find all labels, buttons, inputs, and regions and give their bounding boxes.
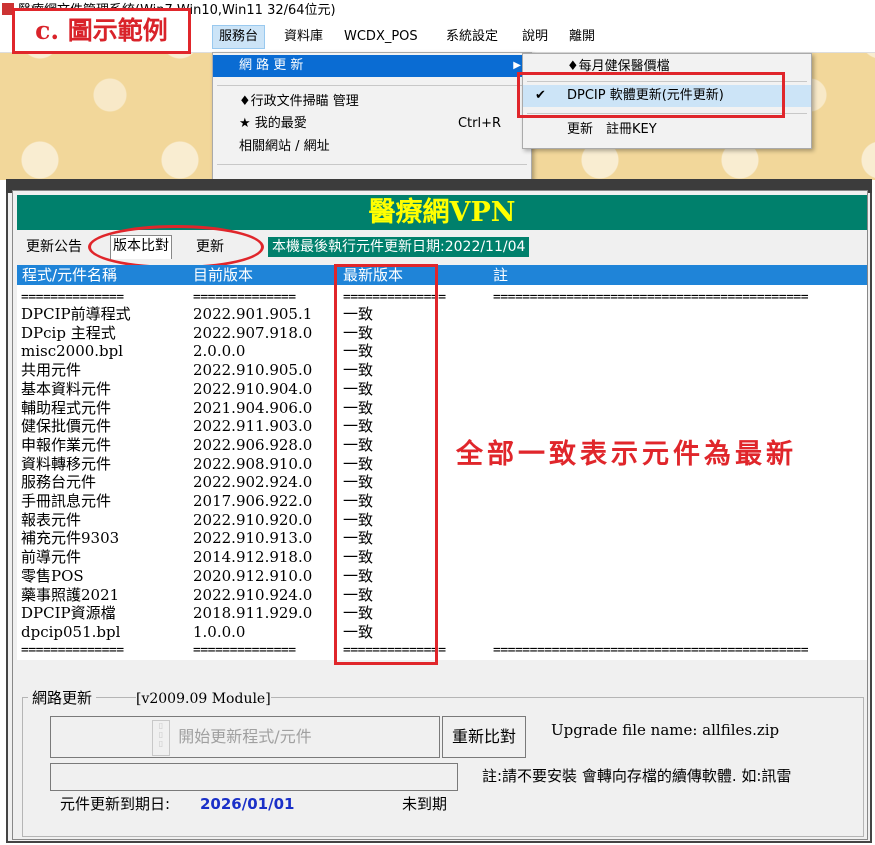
last-run-date: 本機最後執行元件更新日期:2022/11/04 (268, 237, 530, 257)
menu-exit[interactable]: 離開 (563, 26, 601, 48)
cell-current-version: 2022.910.905.0 (193, 361, 313, 380)
module-version: [v2009.09 Module] (136, 690, 271, 708)
submenu-highlight-box (517, 72, 785, 118)
table-row: 藥事照護2021 2022.910.924.0 一致 (17, 586, 867, 604)
cell-current-version: 2014.912.918.0 (193, 548, 313, 567)
cell-name: 藥事照護2021 (21, 585, 120, 604)
submenu-item-label: 更新 註冊KEY (567, 122, 657, 137)
menu-help[interactable]: 說明 (516, 26, 554, 48)
cell-name: 零售POS (21, 566, 84, 585)
table-row: DPCIP前導程式 2022.901.905.1 一致 (17, 305, 867, 323)
cell-current-version: 2022.907.918.0 (193, 323, 313, 342)
menu-service-desk[interactable]: 服務台 (212, 25, 266, 49)
table-row: 前導元件 2014.912.918.0 一致 (17, 548, 867, 566)
cell-current-version: 2.0.0.0 (193, 342, 246, 361)
cell-name: 申報作業元件 (21, 435, 112, 454)
menu-wcdx-pos[interactable]: WCDX_POS (338, 26, 424, 48)
header-current-version: 目前版本 (193, 266, 254, 284)
expiry-row: 元件更新到期日: 2026/01/01 未到期 (50, 792, 458, 816)
recompare-label: 重新比對 (451, 727, 516, 746)
cell-name: DPCIP前導程式 (21, 305, 131, 323)
grid-header: 程式/元件名稱 目前版本 最新版本 註 (17, 265, 867, 285)
annotation-all-consistent: 全部一致表示元件為最新 (456, 439, 797, 470)
table-row: DPcip 主程式 2022.907.918.0 一致 (17, 324, 867, 342)
menu-item-favorites[interactable]: ★ 我的最愛 Ctrl+R (213, 113, 531, 135)
table-row: 手冊訊息元件 2017.906.922.0 一致 (17, 492, 867, 510)
cell-name: 共用元件 (21, 361, 82, 380)
cell-current-version: 2022.906.928.0 (193, 435, 313, 454)
update-progress-bar (50, 763, 458, 791)
cell-current-version: 2022.910.924.0 (193, 585, 313, 604)
submenu-item-register-key[interactable]: 更新 註冊KEY (523, 119, 811, 141)
table-row: DPCIP資源檔 2018.911.929.0 一致 (17, 604, 867, 622)
upgrade-filename: Upgrade file name: allfiles.zip (551, 721, 780, 739)
cell-current-version: 2017.906.922.0 (193, 492, 313, 510)
vpn-banner: 醫療網VPN (17, 195, 867, 230)
table-row: 服務台元件 2022.902.924.0 一致 (17, 473, 867, 491)
cell-current-version: 2022.902.924.0 (193, 473, 313, 492)
cell-name: 報表元件 (21, 510, 82, 529)
menu-item-label: ♦行政文件掃瞄 管理 (239, 94, 359, 109)
cell-name: 服務台元件 (21, 473, 97, 492)
cell-current-version: 2020.912.910.0 (193, 566, 313, 585)
table-row: 輔助程式元件 2021.904.906.0 一致 (17, 399, 867, 417)
table-row: dpcip051.bpl 1.0.0.0 一致 (17, 623, 867, 641)
menu-item-related-sites[interactable]: 相關網站 / 網址 (213, 136, 531, 158)
menu-system-settings[interactable]: 系統設定 (440, 26, 504, 48)
cell-name: 輔助程式元件 (21, 398, 112, 417)
table-row: 報表元件 2022.910.920.0 一致 (17, 511, 867, 529)
expiry-label: 元件更新到期日: (60, 795, 171, 813)
cell-name: 健保批價元件 (21, 417, 112, 436)
menu-item-network-update[interactable]: 網 路 更 新 ▶ (213, 55, 531, 77)
cell-name: 前導元件 (21, 548, 82, 567)
cell-current-version: 1.0.0.0 (193, 622, 246, 641)
cell-current-version: 2022.910.904.0 (193, 379, 313, 398)
table-row: misc2000.bpl 2.0.0.0 一致 (17, 342, 867, 360)
menu-item-document-scan[interactable]: ♦行政文件掃瞄 管理 (213, 91, 531, 113)
cell-current-version: 2022.911.903.0 (193, 417, 313, 436)
version-grid[interactable]: ============== ============== ==========… (17, 285, 867, 660)
header-name: 程式/元件名稱 (22, 266, 118, 284)
group-legend: 網路更新 (28, 688, 97, 708)
table-row: 補充元件9303 2022.910.913.0 一致 (17, 529, 867, 547)
tab-highlight-oval (88, 225, 264, 269)
service-desk-dropdown: 網 路 更 新 ▶ ♦行政文件掃瞄 管理 ★ 我的最愛 Ctrl+R 相關網站 … (212, 52, 532, 184)
table-row: 基本資料元件 2022.910.904.0 一致 (17, 380, 867, 398)
expiry-date: 2026/01/01 (200, 795, 295, 813)
cell-current-version: 2022.910.920.0 (193, 510, 313, 529)
menu-item-label: 相關網站 / 網址 (239, 139, 330, 154)
cell-current-version: 2021.904.906.0 (193, 398, 313, 417)
install-note: 註:請不要安裝 會轉向存檔的續傳軟體. 如:訊雷 (482, 767, 792, 785)
cell-current-version: 2022.910.913.0 (193, 529, 313, 548)
recompare-button[interactable]: 重新比對 (442, 716, 526, 758)
menu-item-label: ★ 我的最愛 (239, 116, 307, 131)
separator-bottom: ============== ============== ==========… (21, 643, 809, 658)
caption-label: c. 圖示範例 (12, 8, 191, 54)
cell-name: misc2000.bpl (21, 342, 124, 361)
cell-name: 補充元件9303 (21, 529, 120, 548)
cell-name: DPCIP資源檔 (21, 604, 116, 623)
menu-separator (217, 164, 527, 165)
latest-version-highlight-box (334, 264, 438, 665)
cell-name: 手冊訊息元件 (21, 492, 112, 510)
cell-current-version: 2022.908.910.0 (193, 454, 313, 473)
tab-announcements[interactable]: 更新公告 (24, 237, 84, 258)
cell-name: 資料轉移元件 (21, 454, 112, 473)
menu-separator (217, 85, 527, 86)
header-note: 註 (493, 266, 509, 284)
menu-item-label: 網 路 更 新 (239, 58, 304, 73)
cell-current-version: 2018.911.929.0 (193, 604, 313, 623)
start-update-button[interactable]: 開始更新程式/元件 (50, 716, 440, 758)
table-row: 零售POS 2020.912.910.0 一致 (17, 567, 867, 585)
cell-name: DPcip 主程式 (21, 323, 116, 342)
cell-name: 基本資料元件 (21, 379, 112, 398)
start-update-label: 開始更新程式/元件 (178, 727, 312, 746)
menu-database[interactable]: 資料庫 (278, 26, 329, 48)
cell-current-version: 2022.901.905.1 (193, 305, 313, 323)
cell-name: dpcip051.bpl (21, 622, 121, 641)
update-program-icon: ▯ ▯ ▯ (152, 720, 170, 756)
menu-item-shortcut: Ctrl+R (457, 116, 501, 131)
table-row: 共用元件 2022.910.905.0 一致 (17, 361, 867, 379)
expiry-status: 未到期 (402, 795, 448, 813)
